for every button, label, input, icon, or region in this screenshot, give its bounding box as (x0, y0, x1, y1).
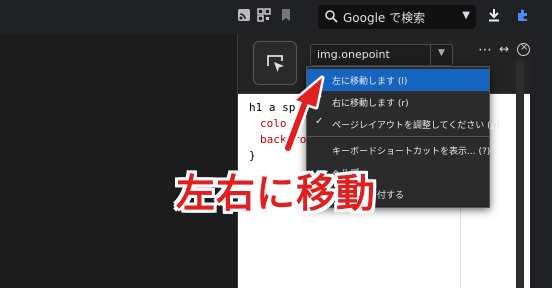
annotation-label: 左右に移動 (176, 172, 377, 217)
annotation-arrow (282, 75, 325, 154)
